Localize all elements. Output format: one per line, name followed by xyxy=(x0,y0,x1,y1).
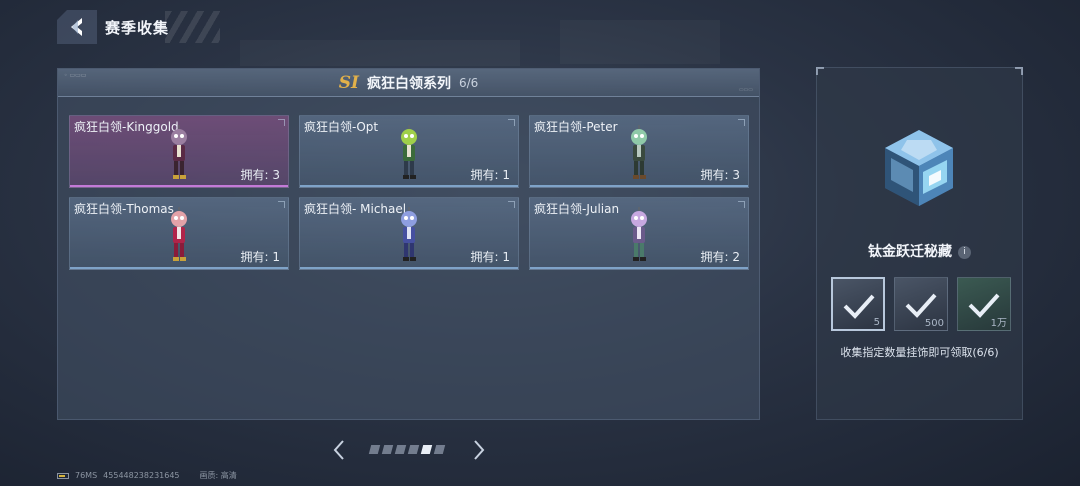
charm-figure-icon xyxy=(631,207,647,261)
card-corner-decoration xyxy=(278,201,285,208)
chevron-right-icon xyxy=(474,440,485,460)
owned-count: 拥有: 1 xyxy=(470,250,511,264)
card-name: 疯狂白领-Peter xyxy=(534,120,618,134)
reward-title: 钛金跃迁秘藏 i xyxy=(817,241,1022,261)
owned-count: 拥有: 3 xyxy=(240,168,281,182)
reward-crate-icon xyxy=(885,130,953,206)
battery-icon xyxy=(57,472,69,479)
page-dot[interactable] xyxy=(368,445,381,454)
page-dot[interactable] xyxy=(381,445,394,454)
prev-page-button[interactable] xyxy=(330,438,348,462)
page-indicator xyxy=(368,445,446,454)
page-dot[interactable] xyxy=(433,445,446,454)
collection-panel: ◦ ▭▭▭ SI 疯狂白领系列 6/6 ▭▭▭ 疯狂白领-Kinggold 拥有… xyxy=(57,68,760,420)
background-stripe xyxy=(560,20,720,64)
header-decoration xyxy=(165,11,220,43)
card-corner-decoration xyxy=(278,119,285,126)
card-corner-decoration xyxy=(738,201,745,208)
charm-figure-icon xyxy=(171,125,187,179)
tier-quantity: 500 xyxy=(924,318,944,329)
pagination xyxy=(330,438,490,462)
reward-name: 钛金跃迁秘藏 xyxy=(868,244,952,260)
card-name: 疯狂白领-Thomas xyxy=(74,202,174,216)
series-title: 疯狂白领系列 xyxy=(366,75,451,92)
check-icon xyxy=(905,293,937,318)
header-ornament-left: ◦ ▭▭▭ xyxy=(64,72,87,79)
back-button[interactable] xyxy=(57,10,97,44)
page-dot[interactable] xyxy=(420,445,433,454)
user-id: 455448238231645 xyxy=(103,471,180,480)
card-name: 疯狂白领- Michael xyxy=(304,202,407,216)
back-arrow-icon xyxy=(71,18,82,36)
reward-panel: 钛金跃迁秘藏 i 5 500 1万 收集指定数量挂饰即可领取(6/6) xyxy=(816,67,1023,420)
collection-card[interactable]: 疯狂白领-Kinggold 拥有: 3 xyxy=(69,115,289,188)
graphics-quality: 画质: 高清 xyxy=(199,471,237,480)
owned-count: 拥有: 2 xyxy=(700,250,741,264)
next-page-button[interactable] xyxy=(470,438,488,462)
reward-tier[interactable]: 5 xyxy=(831,277,885,331)
charm-figure-icon xyxy=(631,125,647,179)
reward-tiers: 5 500 1万 xyxy=(831,277,1011,331)
collection-card[interactable]: 疯狂白领-Thomas 拥有: 1 xyxy=(69,197,289,270)
charm-figure-icon xyxy=(171,207,187,261)
card-name: 疯狂白领-Kinggold xyxy=(74,120,179,134)
owned-count: 拥有: 1 xyxy=(240,250,281,264)
charm-figure-icon xyxy=(401,125,417,179)
check-icon xyxy=(843,294,875,319)
reward-tier[interactable]: 1万 xyxy=(957,277,1011,331)
collection-card[interactable]: 疯狂白领-Julian 拥有: 2 xyxy=(529,197,749,270)
series-header: ◦ ▭▭▭ SI 疯狂白领系列 6/6 ▭▭▭ xyxy=(58,69,759,97)
collection-card[interactable]: 疯狂白领-Peter 拥有: 3 xyxy=(529,115,749,188)
background-stripe xyxy=(240,40,520,66)
charm-figure-icon xyxy=(401,207,417,261)
reward-tier[interactable]: 500 xyxy=(894,277,948,331)
page-dot[interactable] xyxy=(394,445,407,454)
season-badge: SI xyxy=(338,72,359,93)
reward-description: 收集指定数量挂饰即可领取(6/6) xyxy=(840,346,999,359)
card-name: 疯狂白领-Opt xyxy=(304,120,379,134)
card-corner-decoration xyxy=(508,201,515,208)
header-ornament-right: ▭▭▭ xyxy=(738,87,753,93)
card-corner-decoration xyxy=(508,119,515,126)
info-icon[interactable]: i xyxy=(958,246,971,259)
page-title: 赛季收集 xyxy=(105,18,170,37)
tier-quantity: 5 xyxy=(873,317,880,328)
card-corner-decoration xyxy=(738,119,745,126)
card-name: 疯狂白领-Julian xyxy=(534,202,620,216)
series-progress: 6/6 xyxy=(458,75,479,90)
page-dot[interactable] xyxy=(407,445,420,454)
ping-value: 76MS xyxy=(75,471,98,480)
tier-quantity: 1万 xyxy=(990,318,1007,329)
collection-card[interactable]: 疯狂白领-Opt 拥有: 1 xyxy=(299,115,519,188)
owned-count: 拥有: 1 xyxy=(470,168,511,182)
chevron-left-icon xyxy=(333,440,344,460)
status-bar: 76MS 455448238231645 画质: 高清 xyxy=(57,470,237,481)
owned-count: 拥有: 3 xyxy=(700,168,741,182)
collection-card[interactable]: 疯狂白领- Michael 拥有: 1 xyxy=(299,197,519,270)
